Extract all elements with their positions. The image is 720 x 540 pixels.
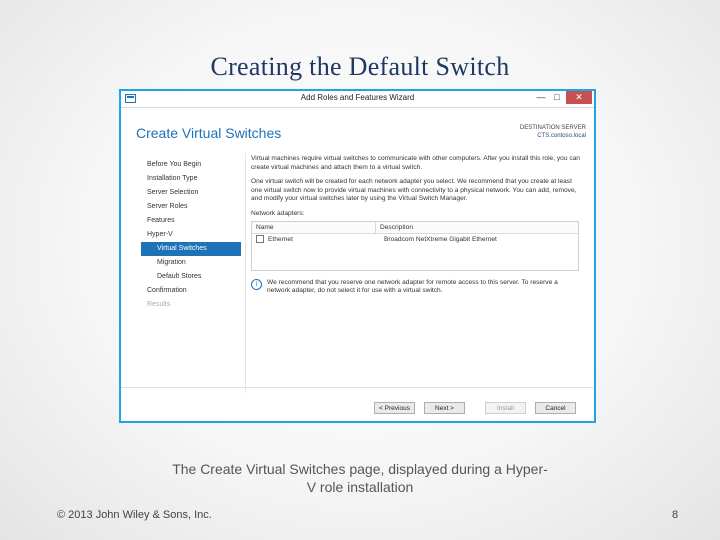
destination-server-name: CTS.contoso.local: [537, 133, 586, 139]
page-content: Virtual machines require virtual switche…: [251, 155, 581, 296]
recommendation-paragraph: One virtual switch will be created for e…: [251, 178, 577, 203]
next-button[interactable]: Next >: [424, 402, 465, 414]
close-button[interactable]: ✕: [566, 91, 592, 104]
nav-item-default-stores[interactable]: Default Stores: [141, 270, 241, 284]
cancel-button[interactable]: Cancel: [535, 402, 576, 414]
destination-label: DESTINATION SERVER: [519, 125, 586, 131]
wizard-nav: Before You Begin Installation Type Server …: [141, 158, 241, 312]
caption-line-1: The Create Virtual Switches page, displa…: [172, 461, 548, 477]
destination-server: DESTINATION SERVER CTS.contoso.local: [520, 124, 586, 140]
window-titlebar[interactable]: Add Roles and Features Wizard — □ ✕: [121, 91, 594, 108]
info-note: i We recommend that you reserve one netw…: [251, 278, 581, 296]
page-heading: Create Virtual Switches: [136, 125, 282, 141]
info-note-text: We recommend that you reserve one networ…: [267, 278, 558, 295]
slide-caption: The Create Virtual Switches page, displa…: [130, 460, 590, 496]
adapters-label: Network adapters:: [251, 209, 305, 217]
nav-item-results: Results: [147, 301, 171, 308]
caption-line-2: V role installation: [306, 479, 414, 495]
table-header: Name Description: [252, 221, 578, 234]
info-icon: i: [251, 278, 262, 290]
nav-item-server-roles[interactable]: Server Roles: [141, 200, 241, 214]
install-button[interactable]: Install: [485, 402, 526, 414]
nav-item-installation-type[interactable]: Installation Type: [141, 172, 241, 186]
adapter-name-cell: Ethernet: [252, 234, 380, 245]
column-header-description[interactable]: Description: [376, 222, 578, 233]
intro-paragraph: Virtual machines require virtual switche…: [251, 155, 580, 171]
button-bar: < Previous Next > Install Cancel: [121, 387, 594, 421]
previous-button[interactable]: < Previous: [374, 402, 415, 414]
nav-item-features[interactable]: Features: [141, 214, 241, 228]
nav-item-hyper-v[interactable]: Hyper-V: [141, 228, 241, 242]
wizard-window: Add Roles and Features Wizard — □ ✕ Crea…: [119, 89, 596, 423]
adapter-name: Ethernet: [268, 235, 293, 243]
column-header-name[interactable]: Name: [252, 221, 376, 233]
minimize-button[interactable]: —: [534, 91, 548, 104]
nav-item-virtual-switches[interactable]: Virtual Switches: [141, 242, 241, 256]
adapters-table: Name Description Ethernet Broadcom NetXtr…: [251, 220, 579, 271]
nav-item-migration[interactable]: Migration: [141, 256, 241, 270]
slide-title: Creating the Default Switch: [210, 52, 510, 81]
page-number: 8: [672, 509, 679, 521]
nav-item-before-you-begin[interactable]: Before You Begin: [141, 158, 241, 172]
adapter-description: Broadcom NetXtreme Gigabit Ethernet: [384, 235, 497, 243]
copyright-footer: © 2013 John Wiley & Sons, Inc.: [57, 509, 212, 521]
table-row[interactable]: Ethernet Broadcom NetXtreme Gigabit Ether…: [252, 234, 578, 245]
adapter-checkbox[interactable]: [256, 235, 264, 244]
window-title: Add Roles and Features Wizard: [300, 93, 415, 102]
nav-item-confirmation[interactable]: Confirmation: [141, 284, 241, 298]
nav-item-server-selection[interactable]: Server Selection: [141, 186, 241, 200]
nav-divider: [245, 153, 246, 393]
maximize-button[interactable]: □: [550, 91, 564, 104]
